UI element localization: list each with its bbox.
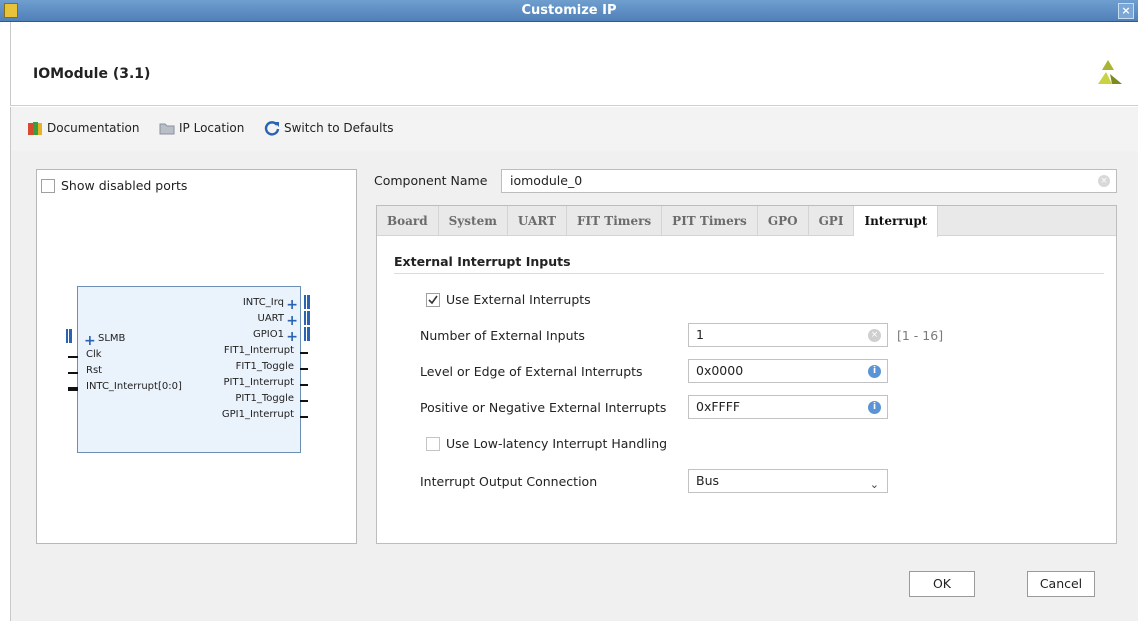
port-gpi1-interrupt: GPI1_Interrupt bbox=[221, 409, 294, 420]
info-icon[interactable]: i bbox=[868, 401, 881, 414]
tab-panel: Board System UART FIT Timers PIT Timers … bbox=[376, 205, 1117, 544]
use-external-interrupts-label: Use External Interrupts bbox=[446, 292, 591, 307]
level-edge-label: Level or Edge of External Interrupts bbox=[420, 364, 643, 379]
switch-defaults-label: Switch to Defaults bbox=[284, 121, 394, 135]
clear-icon[interactable]: × bbox=[1098, 175, 1110, 187]
cancel-button[interactable]: Cancel bbox=[1027, 571, 1095, 597]
port-uart: UART bbox=[257, 313, 285, 324]
expand-intc-irq-icon[interactable]: + bbox=[286, 298, 298, 312]
level-edge-field[interactable]: 0x0000 i bbox=[688, 359, 888, 383]
section-divider bbox=[394, 273, 1104, 274]
port-gpio1: GPIO1 bbox=[253, 329, 284, 340]
port-pit1-toggle: PIT1_Toggle bbox=[235, 393, 294, 404]
num-inputs-label: Number of External Inputs bbox=[420, 328, 585, 343]
checkbox-box[interactable] bbox=[41, 178, 55, 193]
tab-uart[interactable]: UART bbox=[508, 206, 568, 236]
use-external-interrupts-checkbox[interactable]: Use External Interrupts bbox=[426, 292, 591, 307]
chevron-down-icon: ⌄ bbox=[869, 478, 879, 491]
pin-pit1-interrupt bbox=[300, 384, 308, 386]
ip-location-label: IP Location bbox=[179, 121, 245, 135]
header: IOModule (3.1) bbox=[10, 22, 1138, 106]
low-latency-label: Use Low-latency Interrupt Handling bbox=[446, 436, 668, 451]
bus-uart-icon bbox=[304, 311, 310, 325]
bus-gpio1-icon bbox=[304, 327, 310, 341]
component-name-value: iomodule_0 bbox=[510, 173, 583, 188]
window-title: Customize IP bbox=[521, 3, 617, 18]
tab-bar: Board System UART FIT Timers PIT Timers … bbox=[377, 206, 1116, 237]
port-rst: Rst bbox=[86, 365, 103, 376]
checkmark-icon bbox=[428, 295, 438, 304]
title-bar: Customize IP × bbox=[0, 0, 1138, 22]
checkbox-box[interactable] bbox=[426, 436, 440, 451]
ip-name: IOModule (3.1) bbox=[33, 66, 151, 82]
show-disabled-ports-checkbox[interactable]: Show disabled ports bbox=[41, 178, 187, 193]
tab-board[interactable]: Board bbox=[377, 206, 439, 236]
pin-clk bbox=[68, 356, 78, 358]
tab-gpo[interactable]: GPO bbox=[758, 206, 809, 236]
pin-pit1-toggle bbox=[300, 400, 308, 402]
port-slmb: SLMB bbox=[98, 333, 126, 344]
port-fit1-toggle: FIT1_Toggle bbox=[235, 361, 294, 372]
checkbox-box[interactable] bbox=[426, 292, 440, 307]
ok-button[interactable]: OK bbox=[909, 571, 975, 597]
pos-neg-field[interactable]: 0xFFFF i bbox=[688, 395, 888, 419]
tab-interrupt[interactable]: Interrupt bbox=[854, 206, 939, 237]
tab-gpi[interactable]: GPI bbox=[809, 206, 855, 236]
pos-neg-value: 0xFFFF bbox=[696, 399, 741, 414]
info-icon[interactable]: i bbox=[868, 365, 881, 378]
component-name-label: Component Name bbox=[374, 173, 488, 188]
book-icon bbox=[28, 122, 42, 135]
port-pit1-interrupt: PIT1_Interrupt bbox=[223, 377, 294, 388]
pin-rst bbox=[68, 372, 78, 374]
port-intc-interrupt: INTC_Interrupt[0:0] bbox=[86, 381, 182, 392]
output-connection-value: Bus bbox=[696, 473, 720, 488]
show-disabled-label: Show disabled ports bbox=[61, 178, 188, 193]
switch-defaults-button[interactable]: Switch to Defaults bbox=[264, 120, 393, 136]
tab-fit-timers[interactable]: FIT Timers bbox=[567, 206, 663, 236]
expand-slmb-icon[interactable]: + bbox=[84, 334, 96, 348]
refresh-icon bbox=[264, 121, 280, 136]
expand-uart-icon[interactable]: + bbox=[286, 314, 298, 328]
port-clk: Clk bbox=[86, 349, 102, 360]
vendor-logo-icon bbox=[1098, 60, 1122, 84]
port-intc-irq: INTC_Irq bbox=[242, 297, 284, 308]
close-window-button[interactable]: × bbox=[1118, 3, 1134, 19]
configuration-panel: Component Name iomodule_0 × Board System… bbox=[374, 169, 1119, 544]
pin-fit1-interrupt bbox=[300, 352, 308, 354]
documentation-label: Documentation bbox=[47, 121, 140, 135]
num-inputs-value: 1 bbox=[696, 327, 704, 342]
ip-symbol-panel: Show disabled ports INTC_Irq UART GPIO1 … bbox=[36, 169, 357, 544]
level-edge-value: 0x0000 bbox=[696, 363, 744, 378]
port-fit1-interrupt: FIT1_Interrupt bbox=[223, 345, 294, 356]
folder-icon bbox=[159, 123, 175, 135]
bus-slmb-icon bbox=[66, 329, 72, 343]
pos-neg-label: Positive or Negative External Interrupts bbox=[420, 400, 667, 415]
output-connection-label: Interrupt Output Connection bbox=[420, 474, 598, 489]
pin-gpi1-interrupt bbox=[300, 416, 308, 418]
num-inputs-field[interactable]: 1 × bbox=[688, 323, 888, 347]
pin-intc-interrupt bbox=[68, 387, 78, 391]
tab-pit-timers[interactable]: PIT Timers bbox=[662, 206, 758, 236]
num-inputs-range: [1 - 16] bbox=[897, 328, 944, 343]
documentation-button[interactable]: Documentation bbox=[27, 120, 140, 136]
section-title: External Interrupt Inputs bbox=[394, 254, 571, 269]
low-latency-checkbox[interactable]: Use Low-latency Interrupt Handling bbox=[426, 436, 667, 451]
ip-location-button[interactable]: IP Location bbox=[159, 120, 244, 136]
main-area: Show disabled ports INTC_Irq UART GPIO1 … bbox=[10, 151, 1138, 621]
clear-icon[interactable]: × bbox=[868, 329, 881, 342]
component-name-input[interactable]: iomodule_0 × bbox=[501, 169, 1117, 193]
component-name-row: Component Name bbox=[374, 169, 487, 188]
toolbar: Documentation IP Location Switch to Defa… bbox=[10, 107, 1138, 151]
pin-fit1-toggle bbox=[300, 368, 308, 370]
bus-intc-irq-icon bbox=[304, 295, 310, 309]
output-connection-select[interactable]: Bus ⌄ bbox=[688, 469, 888, 493]
ip-block-symbol: INTC_Irq UART GPIO1 FIT1_Interrupt FIT1_… bbox=[66, 286, 310, 453]
expand-gpio1-icon[interactable]: + bbox=[286, 330, 298, 344]
tab-system[interactable]: System bbox=[439, 206, 508, 236]
